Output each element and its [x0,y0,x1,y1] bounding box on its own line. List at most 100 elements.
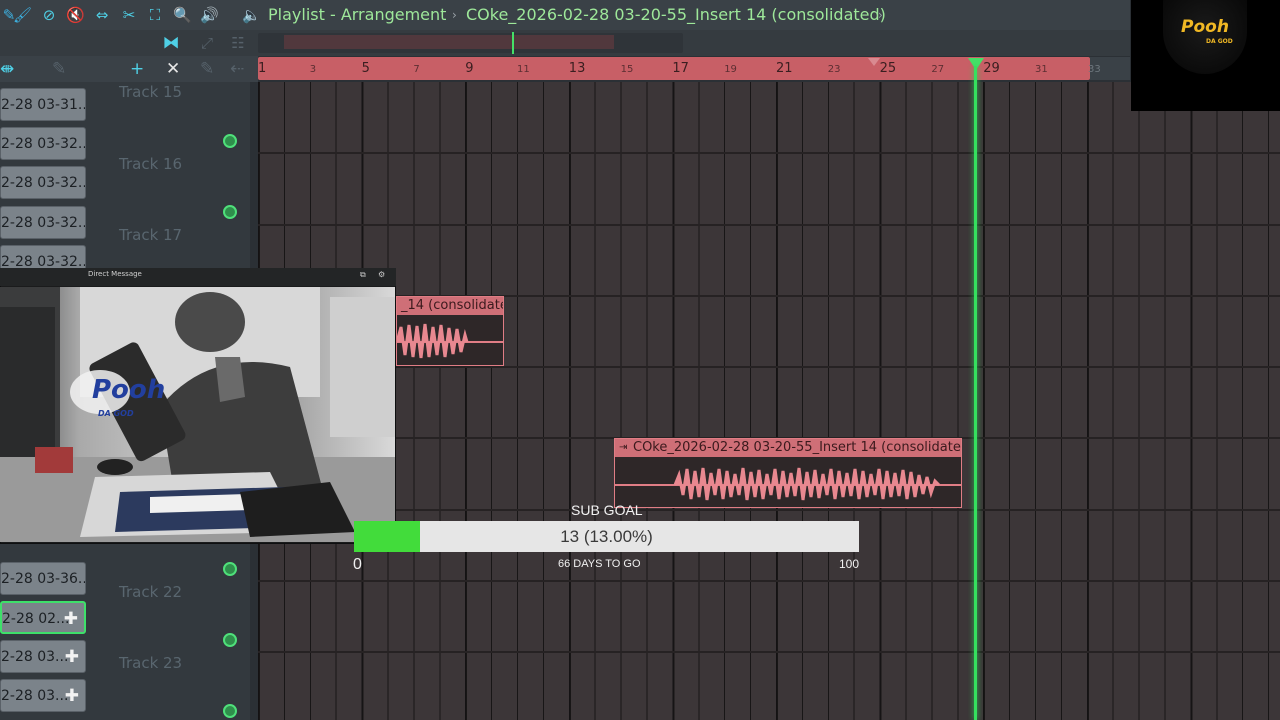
ruler-tick-minor: 11 [517,64,530,75]
playlist-speaker-icon: 🔈 [242,6,261,24]
window-title: Playlist - Arrangement [268,5,447,24]
slip-tool-icon[interactable]: ⇔ [93,6,111,24]
lane-separator [258,366,1280,368]
pattern-plus-icon[interactable]: ✚ [65,641,79,672]
webcam-settings-icon[interactable]: ⚙ [378,270,385,279]
pattern-label: 2-28 03-32... [1,215,86,231]
playhead-line[interactable] [974,66,977,720]
clip-label: ⇥ COke_2026-02-28 03-20-55_Insert 14 (co… [615,439,961,457]
ruler-tick-minor: 31 [1035,64,1048,75]
pattern-button[interactable]: 2-28 03... ✚ [0,679,86,712]
sub-goal-progress-text: 13 (13.00%) [560,527,653,546]
track-label-16[interactable]: Track 16 [119,155,182,173]
pattern-label: 2-28 03-36... [1,571,86,587]
arrow-left-icon[interactable]: ⇠ [230,59,244,79]
brand-logo-sub: DA GOD [1206,38,1233,45]
sub-goal-title: SUB GOAL [571,502,643,518]
paint-tool-icon[interactable]: 🖌 [13,6,32,24]
webcam-popout-icon[interactable]: ⧉ [360,270,366,280]
ruler-tick-minor: 19 [724,64,737,75]
lane-separator [258,651,1280,653]
delete-tool-icon[interactable]: ⊘ [40,6,58,24]
waveform-icon[interactable]: ⧓ [162,34,180,52]
audio-clip-consolidated[interactable]: ⇥ COke_2026-02-28 03-20-55_Insert 14 (co… [614,438,962,508]
track-21-mute-led[interactable] [223,562,237,576]
track-16-mute-led[interactable] [223,205,237,219]
clip-label-text: COke_2026-02-28 03-20-55_Insert 14 (cons… [633,440,961,455]
slice-tool-icon[interactable]: ✂ [120,6,138,24]
select-tool-icon[interactable]: ⛶ [146,6,164,24]
sub-goal-min: 0 [353,556,362,573]
pattern-button[interactable]: 2-28 03-36... [0,562,86,595]
pattern-menu-arrow[interactable]: › [878,5,883,25]
lane-separator [258,580,1280,582]
ruler-tick-minor: 15 [620,64,634,75]
pattern-selector[interactable]: COke_2026-02-28 03-20-55_Insert 14 (cons… [466,5,886,25]
lane-separator [258,224,1280,226]
track-header-toolbar [0,56,258,82]
pattern-button[interactable]: 2-28 03... ✚ [0,640,86,673]
brand-logo-text: Pooh [1181,17,1229,37]
track-label-22[interactable]: Track 22 [119,583,182,601]
sub-goal-max: 100 [839,557,860,571]
keyboard-icon[interactable]: ☷ [229,34,247,52]
ruler-tick-minor: 27 [931,64,945,75]
overview-playhead [512,32,514,54]
add-track-icon[interactable]: + [130,59,144,79]
webcam-logo: Pooh [92,375,166,405]
ruler-tick-major: 9 [465,61,474,76]
mute-tool-icon[interactable]: 🔇 [66,6,85,24]
link-icon[interactable]: ⤢ [198,34,216,52]
audio-clip[interactable]: _14 (consolidated) [396,296,504,366]
edit-icon[interactable]: ✎ [52,59,66,79]
pattern-button[interactable]: 2-28 03-32... [0,166,86,199]
overview-clip-region [284,35,614,49]
track-label-23[interactable]: Track 23 [119,654,182,672]
pattern-plus-icon[interactable]: ✚ [65,680,79,711]
pattern-button[interactable]: 2-28 03-32... [0,206,86,239]
ruler-tick-minor: 7 [413,64,420,75]
breadcrumb-separator: › [452,8,457,22]
webcam-titlebar [0,268,396,286]
lane-separator [258,152,1280,154]
lane-separator [258,509,1280,511]
ruler-tick-major: 25 [879,61,897,76]
track-15-mute-led[interactable] [223,134,237,148]
ruler-tick-minor: 3 [309,64,317,75]
pencil-icon[interactable]: ✎ [200,59,214,79]
ruler-tick-overflow: 33 [1088,64,1101,75]
fl-studio-playlist-window: ✎ 🖌 ⊘ 🔇 ⇔ ✂ ⛶ 🔍 🔊 🔈 Playlist - Arrangeme… [0,0,1280,720]
ruler-tick-major: 17 [672,61,689,76]
ruler-tick-major: 1 [258,61,267,76]
playback-tool-icon[interactable]: 🔊 [200,6,219,24]
webcam-window-title: Direct Message [88,270,142,278]
playlist-grid[interactable] [258,82,1280,720]
pattern-label: 2-28 03-31... [1,97,86,113]
track-label-17[interactable]: Track 17 [119,226,182,244]
zoom-tool-icon[interactable]: 🔍 [173,6,192,24]
pattern-plus-icon[interactable]: ✚ [64,603,78,632]
clip-menu-icon[interactable]: ⇥ [619,439,627,457]
ruler-tick-major: 5 [361,61,370,76]
clip-waveform [397,323,503,359]
clip-label: _14 (consolidated) [397,297,503,315]
pattern-button[interactable]: 2-28 03-31... [0,88,86,121]
track-label-15[interactable]: Track 15 [119,83,182,101]
pattern-button[interactable]: 2-28 02... ✚ [0,601,86,634]
sub-goal-days-left: 66 DAYS TO GO [558,558,641,570]
pattern-button[interactable]: 2-28 03-32... [0,127,86,160]
webcam-video: Pooh DA GOD [0,287,395,542]
loop-marker[interactable] [868,58,880,66]
ruler-tick-minor: 23 [827,64,841,75]
track-23-mute-led[interactable] [223,704,237,718]
picker-icon[interactable]: ⇼ [0,59,14,79]
pattern-label: 2-28 02... [2,611,70,627]
track-22-mute-led[interactable] [223,633,237,647]
ruler-tick-major: 29 [983,61,1000,76]
pattern-label: 2-28 03-32... [1,175,86,191]
close-icon[interactable]: ✕ [166,59,180,79]
webcam-scene [0,287,395,542]
ruler-tick-major: 21 [776,61,793,76]
ruler-tick-major: 13 [568,61,586,76]
webcam-logo-sub: DA GOD [98,409,134,418]
